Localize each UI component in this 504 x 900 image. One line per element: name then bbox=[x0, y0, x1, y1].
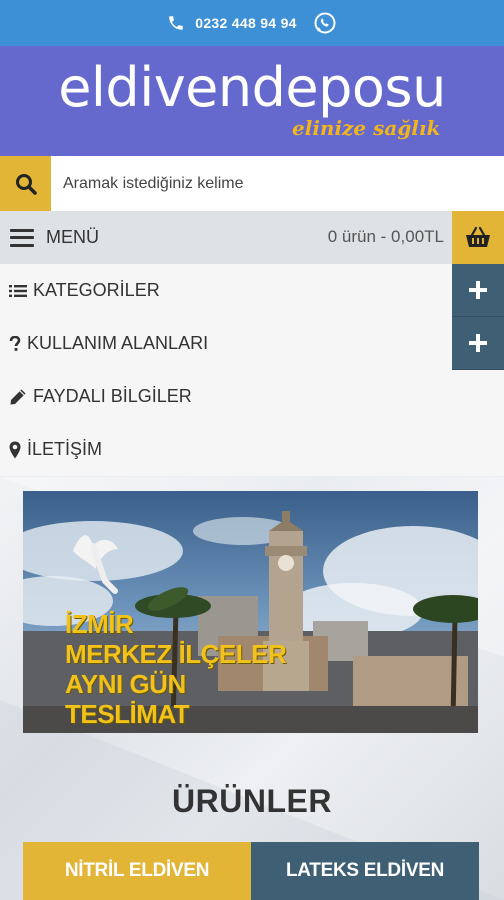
banner-line: AYNI GÜN bbox=[65, 669, 186, 699]
nav-item-iletisim[interactable]: İLETİŞİM bbox=[0, 423, 504, 476]
nav-item-label: KATEGORİLER bbox=[33, 280, 160, 300]
logo-tagline: elinize sağlık bbox=[292, 116, 441, 140]
site-header: eldivendeposu elinize sağlık bbox=[0, 46, 504, 156]
list-icon bbox=[9, 282, 27, 300]
product-tabs: NİTRİL ELDİVEN LATEKS ELDİVEN bbox=[23, 842, 479, 900]
pencil-icon bbox=[9, 388, 27, 406]
banner-line: İZMİR bbox=[65, 609, 134, 639]
search-bar bbox=[0, 156, 504, 211]
search-button[interactable] bbox=[0, 156, 51, 211]
tab-lateks-eldiven[interactable]: LATEKS ELDİVEN bbox=[251, 842, 479, 900]
banner-headline: İZMİR MERKEZ İLÇELER AYNI GÜN TESLİMAT bbox=[65, 609, 287, 729]
products-title: ÜRÜNLER bbox=[172, 783, 332, 819]
promo-banner[interactable]: İZMİR MERKEZ İLÇELER AYNI GÜN TESLİMAT bbox=[23, 491, 478, 733]
cart-summary[interactable]: 0 ürün - 0,00TL bbox=[328, 227, 444, 247]
nav-item-label: İLETİŞİM bbox=[27, 439, 103, 459]
phone-number[interactable]: 0232 448 94 94 bbox=[195, 15, 297, 31]
nav-item-label: KULLANIM ALANLARI bbox=[27, 333, 209, 353]
search-icon bbox=[15, 173, 37, 195]
search-input[interactable] bbox=[51, 156, 504, 211]
menu-bar: MENÜ 0 ürün - 0,00TL bbox=[0, 211, 504, 264]
top-contact-bar: 0232 448 94 94 bbox=[0, 0, 504, 46]
map-marker-icon bbox=[9, 441, 21, 459]
nav-item-label: FAYDALI BİLGİLER bbox=[33, 386, 192, 406]
expand-kullanim-alanlari-button[interactable] bbox=[452, 317, 504, 370]
plus-icon bbox=[469, 334, 487, 352]
site-logo[interactable]: eldivendeposu bbox=[0, 56, 504, 119]
nav-item-kategoriler[interactable]: KATEGORİLER bbox=[0, 264, 504, 317]
banner-line: MERKEZ İLÇELER bbox=[65, 639, 287, 669]
phone-icon[interactable] bbox=[167, 14, 185, 32]
whatsapp-icon[interactable] bbox=[313, 11, 337, 35]
main-navigation: KATEGORİLER KULLANIM ALANLARI FAYDALI Bİ… bbox=[0, 264, 504, 476]
nav-item-kullanim-alanlari[interactable]: KULLANIM ALANLARI bbox=[0, 317, 504, 370]
cart-button[interactable] bbox=[452, 211, 504, 264]
nav-item-faydali-bilgiler[interactable]: FAYDALI BİLGİLER bbox=[0, 370, 504, 423]
menu-label: MENÜ bbox=[46, 227, 99, 247]
menu-toggle-button[interactable]: MENÜ bbox=[0, 211, 99, 264]
hamburger-icon bbox=[10, 228, 34, 247]
tab-nitril-eldiven[interactable]: NİTRİL ELDİVEN bbox=[23, 842, 251, 900]
basket-icon bbox=[466, 226, 490, 247]
question-icon bbox=[9, 335, 21, 353]
banner-line: TESLİMAT bbox=[65, 699, 190, 729]
plus-icon bbox=[469, 281, 487, 299]
expand-kategoriler-button[interactable] bbox=[452, 264, 504, 317]
